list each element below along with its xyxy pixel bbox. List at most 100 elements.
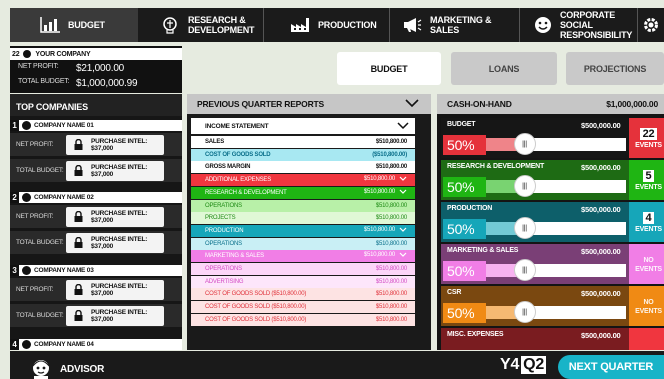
income-statement-dropdown[interactable]: INCOME STATEMENT [191, 118, 415, 134]
income-line[interactable]: MARKETING & SALES $510,800.00 [191, 250, 415, 263]
allocation-slider-handle[interactable]: ||| [513, 301, 536, 323]
income-line-label: COST OF GOODS SOLD ($510,800.00) [205, 291, 307, 298]
allocation-slider-handle[interactable]: ||| [513, 259, 536, 281]
income-line-label: OPERATIONS [205, 240, 242, 247]
category-amount: $500,000.00 [581, 289, 621, 298]
company-card: 1 COMPANY NAME 01 NET PROFIT: PURCHASE I… [10, 120, 182, 182]
income-line-value: $510,800.00 [375, 316, 407, 323]
income-line-value: $510,800.00 [375, 291, 407, 298]
purchase-intel-button[interactable]: PURCHASE INTEL: $37,000 [66, 206, 164, 227]
company-total-budget-row: TOTAL BUDGET: PURCHASE INTEL: $37,000 [10, 231, 182, 254]
chevron-down-icon [405, 99, 419, 110]
income-line-right: $510,800.00 [376, 139, 407, 145]
nav-tab-label: BUDGET [68, 20, 105, 30]
company-total-budget-row: TOTAL BUDGET: PURCHASE INTEL: $37,000 [10, 159, 182, 182]
income-line[interactable]: RESEARCH & DEVELOPMENT $510,800.00 [191, 186, 415, 199]
events-badge[interactable]: NO EVENTS [633, 290, 664, 323]
next-quarter-button[interactable]: NEXT QUARTER [558, 355, 664, 379]
company-name: COMPANY NAME 01 [34, 122, 94, 129]
nav-tab-research[interactable]: RESEARCH & DEVELOPMENT [138, 8, 264, 42]
company-card-header: 4 COMPANY NAME 04 [10, 339, 182, 350]
income-line-value: ($510,800.00) [372, 151, 407, 158]
megaphone-icon [402, 16, 422, 34]
income-line: COST OF GOODS SOLD ($510,800.00) [191, 148, 415, 161]
income-line[interactable]: PRODUCTION $510,800.00 [191, 224, 415, 237]
net-profit-label: NET PROFIT: [16, 286, 54, 293]
nav-tab-label: PRODUCTION [318, 20, 377, 30]
category-name: CSR [447, 289, 462, 296]
company-name: YOUR COMPANY [35, 50, 91, 58]
company-name: COMPANY NAME 04 [34, 341, 94, 348]
advisor-button[interactable]: ADVISOR [28, 358, 104, 379]
settings-button[interactable] [638, 8, 664, 42]
company-card-header: 3 COMPANY NAME 03 [10, 265, 182, 276]
category-percent: 50% [443, 261, 486, 281]
budget-category: PRODUCTION $500,000.00 50% ||| 4 EVENTS [441, 202, 664, 242]
company-name: COMPANY NAME 02 [34, 194, 94, 201]
advisor-icon [28, 358, 54, 379]
tab-budget[interactable]: BUDGET [337, 52, 441, 85]
budget-category: MARKETING & SALES $500,000.00 50% ||| NO EVE… [441, 244, 664, 284]
income-line-right: $510,800.00 [364, 189, 407, 197]
budget-category: BUDGET $500,000.00 50% ||| 22 EVENTS [441, 118, 664, 158]
category-amount: $500,000.00 [581, 163, 621, 172]
purchase-intel-label: PURCHASE INTEL: $37,000 [91, 308, 148, 323]
purchase-intel-label: PURCHASE INTEL: $37,000 [91, 282, 148, 297]
purchase-intel-button[interactable]: PURCHASE INTEL: $37,000 [66, 279, 164, 300]
income-line-right: $510,800.00 [376, 291, 407, 297]
income-line-right: ($510,800.00) [372, 152, 407, 158]
income-statement-label: INCOME STATEMENT [205, 122, 269, 130]
income-line-right: $510,800.00 [364, 227, 407, 235]
lock-icon [74, 139, 83, 150]
nav-tab-csr[interactable]: CORPORATE SOCIAL RESPONSIBILITY [520, 8, 638, 42]
allocation-slider-handle[interactable]: ||| [513, 175, 536, 197]
income-line-label: COST OF GOODS SOLD [205, 151, 271, 158]
gear-icon [642, 16, 660, 34]
previous-quarter-reports-panel: PREVIOUS QUARTER REPORTS INCOME STATEMEN… [187, 94, 431, 350]
income-line: OPERATIONS $510,800.00 [191, 199, 415, 212]
category-name: MISC. EXPENSES [447, 331, 504, 338]
allocation-slider-handle[interactable]: ||| [513, 133, 536, 155]
income-line: PROJECTS $510,800.00 [191, 212, 415, 225]
income-line-value: $510,800.00 [375, 240, 407, 247]
budget-category: RESEARCH & DEVELOPMENT $500,000.00 50% ||| 5… [441, 160, 664, 200]
reports-dropdown[interactable]: PREVIOUS QUARTER REPORTS [187, 94, 431, 114]
income-line-label: SALES [205, 139, 225, 145]
top-companies-title: TOP COMPANIES [10, 94, 182, 116]
smile-icon [534, 16, 552, 34]
nav-tab-budget[interactable]: BUDGET [10, 8, 138, 42]
net-profit-label: NET PROFIT: [16, 141, 54, 148]
allocation-slider-handle[interactable]: ||| [513, 217, 536, 239]
events-count: 4 [642, 211, 655, 224]
chevron-down-icon [397, 122, 409, 132]
cash-on-hand-header: CASH-ON-HAND $1,000,000.00 [437, 94, 664, 114]
income-line-right: $510,800.00 [376, 304, 407, 310]
events-badge[interactable]: 4 EVENTS [633, 206, 664, 239]
income-line-label: OPERATIONS [205, 202, 242, 209]
purchase-intel-button[interactable]: PURCHASE INTEL: $37,000 [66, 160, 164, 181]
income-line-label: GROSS MARGIN [205, 164, 251, 171]
nav-tab-marketing[interactable]: MARKETING & SALES [390, 8, 520, 42]
top-companies-panel: TOP COMPANIES 1 COMPANY NAME 01 NET PROF… [10, 94, 182, 350]
purchase-intel-label: PURCHASE INTEL: $37,000 [91, 163, 148, 178]
company-net-profit-row: NET PROFIT: PURCHASE INTEL: $37,000 [10, 278, 182, 301]
category-name: PRODUCTION [447, 205, 493, 212]
income-line-label: ADDITIONAL EXPENSES [205, 177, 271, 184]
tab-projections[interactable]: PROJECTIONS [566, 52, 664, 85]
purchase-intel-button[interactable]: PURCHASE INTEL: $37,000 [66, 134, 164, 155]
events-badge[interactable]: NO EVENTS [633, 248, 664, 281]
category-percent: 50% [443, 303, 486, 323]
income-line: OPERATIONS $510,800.00 [191, 237, 415, 250]
income-line-label: COST OF GOODS SOLD ($510,800.00) [205, 304, 307, 311]
income-line-label: PRODUCTION [205, 227, 244, 234]
nav-tab-production[interactable]: PRODUCTION [264, 8, 390, 42]
income-line[interactable]: ADDITIONAL EXPENSES $510,800.00 [191, 174, 415, 187]
tab-loans[interactable]: LOANS [451, 52, 557, 85]
events-badge[interactable]: 5 EVENTS [633, 164, 664, 197]
purchase-intel-button[interactable]: PURCHASE INTEL: $37,000 [66, 232, 164, 253]
income-line-right: $510,800.00 [376, 266, 407, 272]
quarter-label: Q2 [521, 356, 547, 374]
purchase-intel-button[interactable]: PURCHASE INTEL: $37,000 [66, 305, 164, 326]
events-badge[interactable]: 22 EVENTS [633, 122, 664, 155]
income-line-value: $510,800.00 [375, 202, 407, 209]
